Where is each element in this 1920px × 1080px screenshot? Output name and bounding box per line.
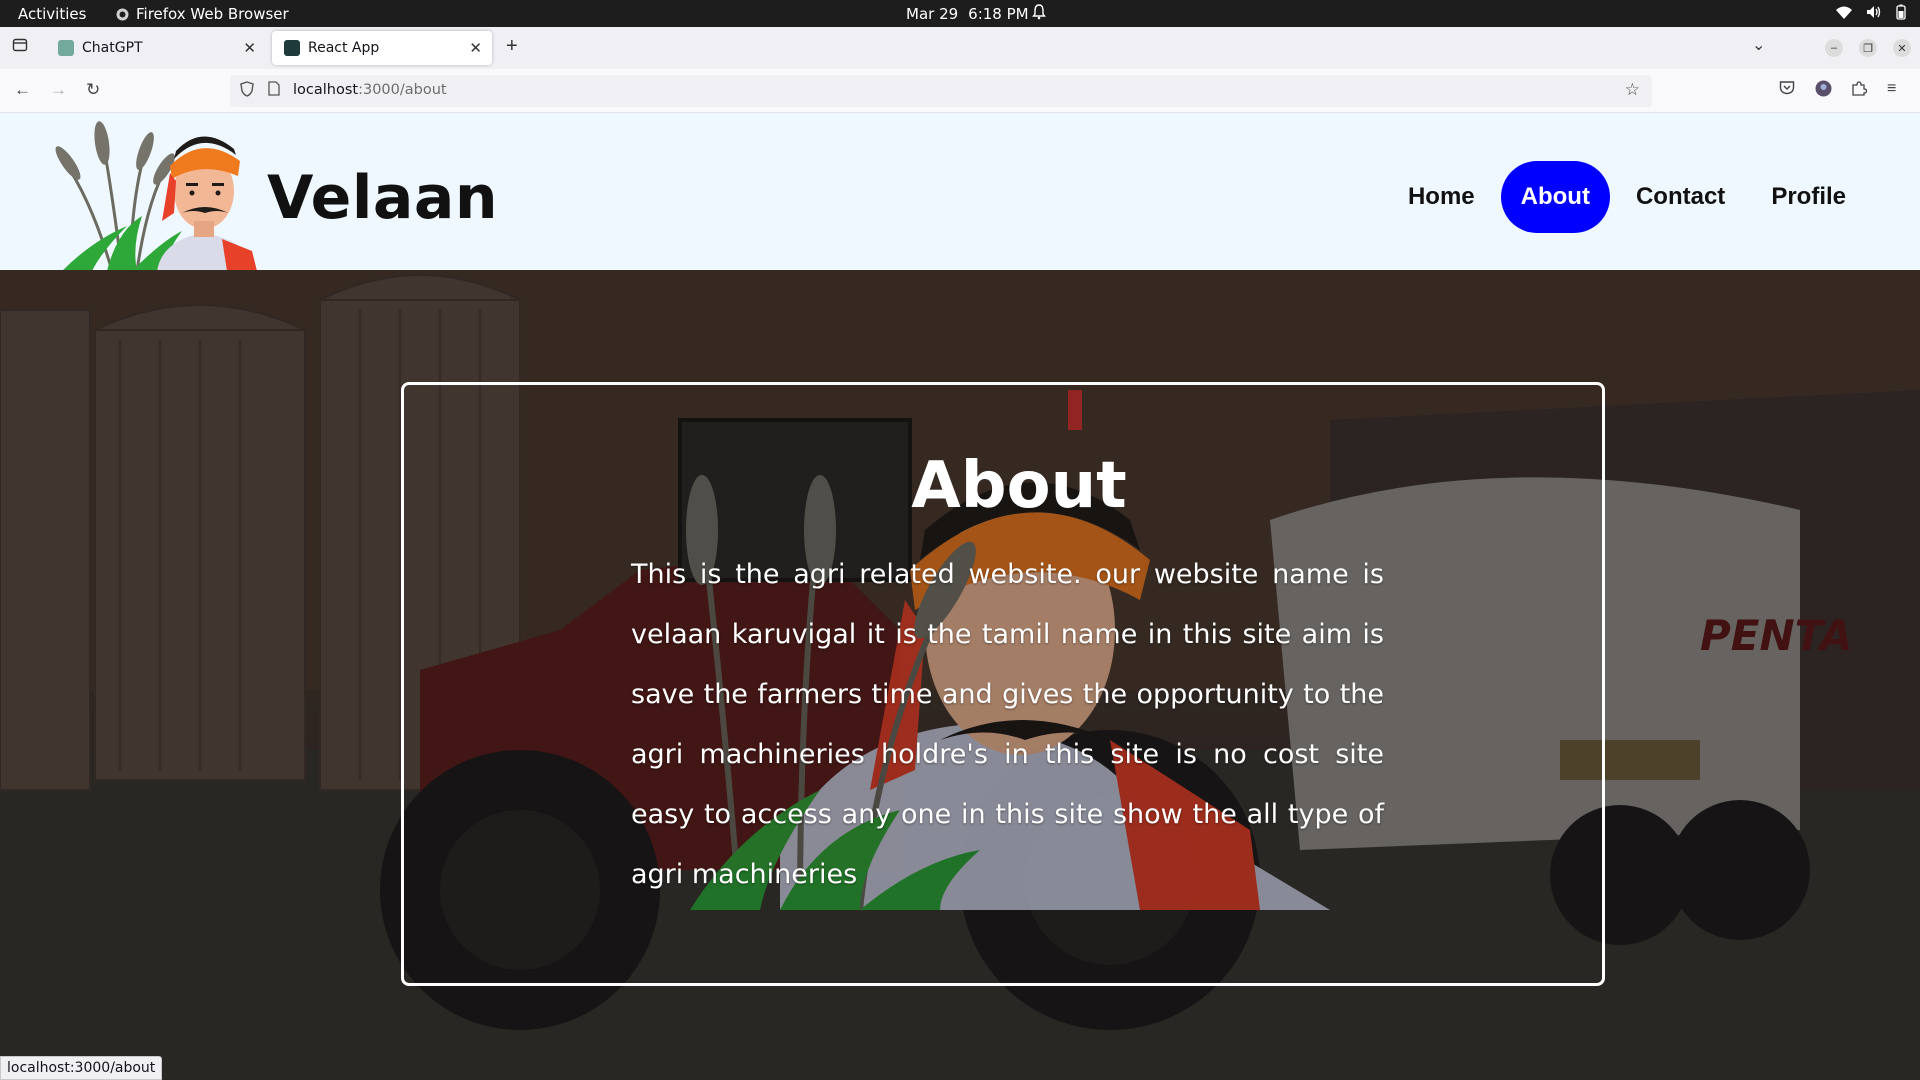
about-description: This is the agri related website. our we… <box>631 559 1384 890</box>
firefox-view-icon[interactable] <box>12 37 28 58</box>
nav-profile-link[interactable]: Profile <box>1751 167 1866 227</box>
pocket-icon[interactable] <box>1779 80 1795 100</box>
reload-icon[interactable]: ↻ <box>86 80 100 100</box>
list-all-tabs-chevron-down-icon[interactable]: ⌄ <box>1752 35 1765 55</box>
date-label: Mar 29 <box>906 5 959 23</box>
activities-button[interactable]: Activities <box>18 5 86 23</box>
hamburger-menu-icon[interactable]: ≡ <box>1887 80 1896 98</box>
system-top-bar: Activities Firefox Web Browser Mar 29 6:… <box>0 0 1920 27</box>
battery-icon <box>1896 4 1906 20</box>
about-card: About This is the agri related website. … <box>401 382 1605 986</box>
page-info-icon[interactable] <box>268 81 280 100</box>
main-nav: Home About Contact Profile <box>1388 161 1866 233</box>
nav-about-link[interactable]: About <box>1500 161 1610 233</box>
forward-arrow-icon[interactable]: → <box>50 80 67 100</box>
back-arrow-icon[interactable]: ← <box>14 80 31 100</box>
chatgpt-favicon-icon <box>58 40 74 56</box>
close-window-icon[interactable]: ✕ <box>1893 39 1911 57</box>
maximize-icon[interactable]: ❐ <box>1859 39 1877 57</box>
minimize-icon[interactable]: – <box>1825 39 1843 57</box>
time-label: 6:18 PM <box>968 5 1029 23</box>
app-menu[interactable]: Firefox Web Browser <box>116 5 289 23</box>
tab-strip: ChatGPT ✕ React App ✕ + ⌄ – ❐ ✕ <box>0 27 1920 69</box>
volume-icon <box>1867 6 1881 18</box>
tab-react-app[interactable]: React App ✕ <box>272 31 492 65</box>
firefox-icon <box>116 8 129 20</box>
bookmark-star-icon[interactable]: ☆ <box>1625 80 1640 100</box>
nav-home-link[interactable]: Home <box>1388 167 1495 227</box>
about-heading: About <box>911 449 1127 523</box>
close-tab-icon[interactable]: ✕ <box>243 39 256 57</box>
hero-background: PENTA About This is the agri related web… <box>0 270 1920 1080</box>
react-favicon-icon <box>284 40 300 56</box>
link-status-bar: localhost:3000/about <box>0 1056 163 1080</box>
account-avatar-icon[interactable] <box>1815 80 1832 102</box>
site-brand-title[interactable]: Velaan <box>267 163 498 233</box>
close-tab-icon[interactable]: ✕ <box>469 39 482 57</box>
extensions-puzzle-icon[interactable] <box>1851 80 1868 101</box>
site-header: Velaan Home About Contact Profile <box>0 113 1920 271</box>
wifi-icon <box>1836 6 1852 19</box>
tab-title: ChatGPT <box>82 40 143 56</box>
url-text[interactable]: localhost:3000/about <box>293 82 447 98</box>
notification-bell-icon[interactable] <box>1032 4 1046 24</box>
url-host: localhost <box>293 82 359 98</box>
tab-title: React App <box>308 40 380 56</box>
navigation-toolbar: ← → ↻ localhost:3000/about ☆ ≡ <box>0 69 1920 113</box>
url-path: :3000/about <box>358 82 447 98</box>
new-tab-icon[interactable]: + <box>506 35 518 58</box>
nav-contact-link[interactable]: Contact <box>1616 167 1745 227</box>
tracking-shield-icon[interactable] <box>240 81 254 101</box>
system-tray[interactable] <box>1836 4 1906 20</box>
app-name: Firefox Web Browser <box>136 5 289 23</box>
web-page: Velaan Home About Contact Profile PENTA … <box>0 113 1920 1080</box>
clock[interactable]: Mar 29 6:18 PM <box>906 5 1029 23</box>
tab-chatgpt[interactable]: ChatGPT ✕ <box>46 31 266 65</box>
url-bar[interactable]: localhost:3000/about ☆ <box>230 75 1652 107</box>
